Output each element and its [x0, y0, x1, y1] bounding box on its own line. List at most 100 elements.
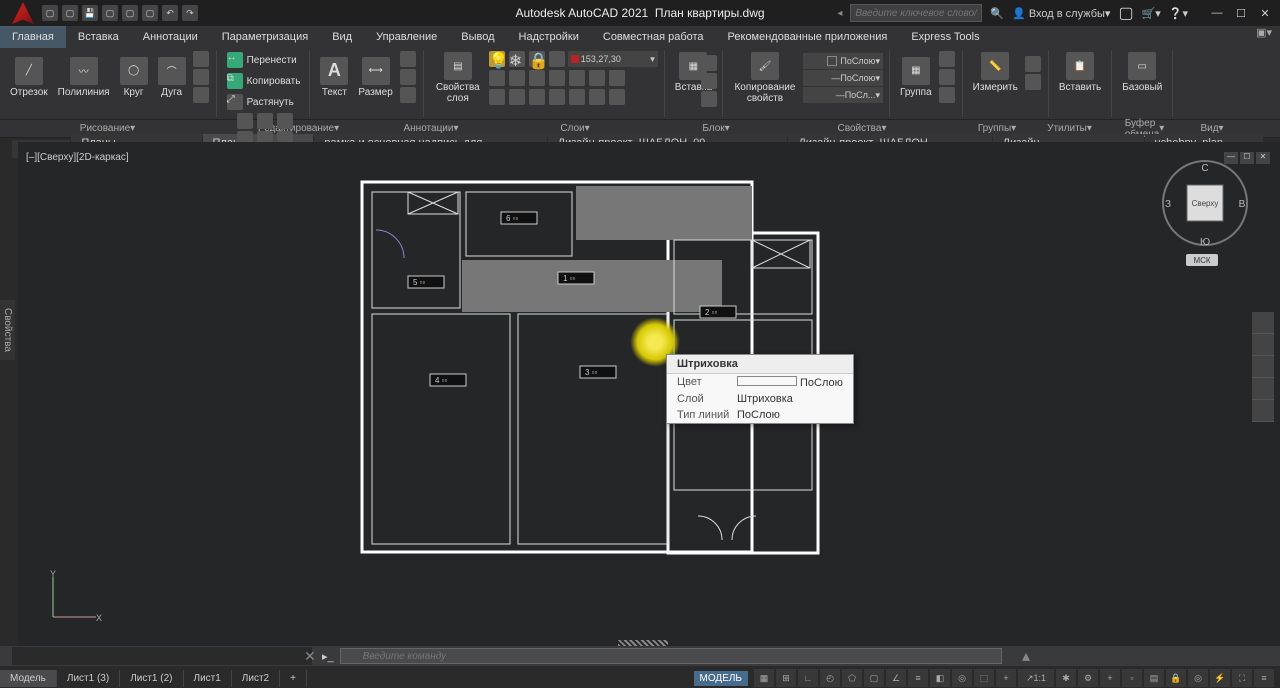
properties-palette-tab[interactable]: Свойства [0, 300, 15, 360]
move-button[interactable]: ↔Перенести [223, 50, 304, 70]
search-icon[interactable]: 🔍 [990, 7, 1004, 20]
group-button[interactable]: ▦Группа [896, 55, 936, 100]
qat-plot-icon[interactable]: ▢ [142, 5, 158, 21]
help-icon[interactable]: ❔▾ [1169, 7, 1188, 20]
qat-saveas-icon[interactable]: ▢ [102, 5, 118, 21]
circle-button[interactable]: ◯Круг [116, 55, 152, 100]
ungroup-icon[interactable] [939, 51, 955, 67]
3dosnap-icon[interactable]: ⬚ [974, 669, 994, 687]
annotation-monitor-icon[interactable]: + [1100, 669, 1120, 687]
layer-uniso-icon[interactable] [509, 70, 525, 86]
group-select-icon[interactable] [939, 87, 955, 103]
tab-featured[interactable]: Рекомендованные приложения [716, 26, 900, 48]
layout-tab[interactable]: Лист1 (2) [120, 670, 183, 687]
leader-icon[interactable] [400, 51, 416, 67]
rectangle-icon[interactable] [193, 51, 209, 67]
table-icon[interactable] [400, 69, 416, 85]
layout-tab[interactable]: Лист1 [184, 670, 232, 687]
snap-icon[interactable]: ⊞ [776, 669, 796, 687]
signin-button[interactable]: 👤 Вход в службы▾ [1012, 7, 1110, 20]
layout-tab[interactable]: Лист1 (3) [57, 670, 120, 687]
match-props-button[interactable]: 🖌Копирование свойств [729, 50, 801, 106]
paste-button[interactable]: 📋Вставить [1055, 50, 1105, 95]
qat-save-icon[interactable]: 💾 [82, 5, 98, 21]
ellipse-icon[interactable] [193, 87, 209, 103]
isolate-icon[interactable]: ◎ [1188, 669, 1208, 687]
clear-icon[interactable]: ✕ [304, 648, 316, 665]
linetype-dropdown[interactable]: — ПоСл... ▾ [803, 87, 883, 103]
layer-prev-icon[interactable] [549, 70, 565, 86]
text-button[interactable]: AТекст [316, 55, 352, 100]
copy-button[interactable]: ⧉Копировать [223, 71, 304, 91]
cycling-icon[interactable]: ◎ [952, 669, 972, 687]
layer-dropdown[interactable]: 153,27,30▾ [568, 51, 658, 67]
erase-icon[interactable] [277, 113, 293, 129]
layer-freeze-icon[interactable]: ❄ [509, 51, 525, 67]
viewcube[interactable]: С В Ю З Сверху МСК [1160, 158, 1250, 268]
ortho-icon[interactable]: ∟ [798, 669, 818, 687]
layer-plot-icon[interactable] [549, 51, 565, 67]
hardware-accel-icon[interactable]: ⚡ [1210, 669, 1230, 687]
annoscale-icon[interactable]: ↗ 1:1 [1018, 669, 1054, 687]
hatch-icon[interactable] [193, 69, 209, 85]
tab-view[interactable]: Вид [320, 26, 364, 48]
color-dropdown[interactable]: ПоСлою ▾ [803, 53, 883, 69]
nav-wheel-icon[interactable] [1252, 312, 1274, 334]
recent-commands-icon[interactable]: ▴ [1022, 646, 1030, 666]
layer-props-button[interactable]: ▤Свойства слоя [430, 50, 486, 106]
nav-show-icon[interactable] [1252, 400, 1274, 422]
arc-button[interactable]: ⌒Дуга [154, 55, 190, 100]
qat-open-icon[interactable]: ▢ [62, 5, 78, 21]
transparency-icon[interactable]: ◧ [930, 669, 950, 687]
annovisibility-icon[interactable]: ✱ [1056, 669, 1076, 687]
lineweight-dropdown[interactable]: — ПоСлою ▾ [803, 70, 883, 86]
grid-icon[interactable]: ▦ [754, 669, 774, 687]
tab-annotate[interactable]: Аннотации [131, 26, 210, 48]
close-button[interactable]: ✕ [1254, 4, 1276, 22]
line-button[interactable]: ╱Отрезок [6, 55, 52, 100]
qat-undo-icon[interactable]: ↶ [162, 5, 178, 21]
tab-manage[interactable]: Управление [364, 26, 449, 48]
dyninput-icon[interactable]: + [996, 669, 1016, 687]
maximize-button[interactable]: ☐ [1230, 4, 1252, 22]
quickprops-icon[interactable]: ▤ [1144, 669, 1164, 687]
polyline-button[interactable]: 〰Полилиния [54, 55, 114, 100]
minimize-button[interactable]: — [1206, 4, 1228, 22]
tab-collaborate[interactable]: Совместная работа [591, 26, 716, 48]
polar-icon[interactable]: ◴ [820, 669, 840, 687]
group-edit-icon[interactable] [939, 69, 955, 85]
layer-state-icon[interactable] [569, 70, 585, 86]
ribbon-panel-toggle-icon[interactable]: ▣▾ [1248, 26, 1280, 48]
rotate-icon[interactable] [237, 113, 253, 129]
viewport-controls[interactable]: [–][Сверху][2D-каркас] [26, 152, 129, 163]
units-icon[interactable]: ▫ [1122, 669, 1142, 687]
command-history[interactable] [12, 647, 312, 665]
model-space-button[interactable]: МОДЕЛЬ [694, 671, 748, 686]
app-exchange-icon[interactable]: ▢ [1118, 3, 1133, 23]
nav-zoom-icon[interactable] [1252, 356, 1274, 378]
command-input[interactable] [340, 648, 1002, 664]
block-attr-icon[interactable] [701, 91, 717, 107]
stretch-button[interactable]: ⤢Растянуть [223, 92, 304, 112]
layer-iso-icon[interactable] [489, 70, 505, 86]
cleanscreen-icon[interactable]: ⛶ [1232, 669, 1252, 687]
nav-orbit-icon[interactable] [1252, 378, 1274, 400]
tab-parametric[interactable]: Параметризация [210, 26, 320, 48]
customize-icon[interactable]: ≡ [1254, 669, 1274, 687]
drawing-area[interactable]: [–][Сверху][2D-каркас] — ☐ ✕ [18, 142, 1280, 648]
block-edit-icon[interactable] [701, 73, 717, 89]
add-layout-button[interactable]: + [280, 670, 307, 687]
qat-redo-icon[interactable]: ↷ [182, 5, 198, 21]
cart-icon[interactable]: 🛒▾ [1142, 7, 1161, 20]
cloud-icon[interactable] [400, 87, 416, 103]
qat-web-icon[interactable]: ▢ [122, 5, 138, 21]
model-tab[interactable]: Модель [0, 670, 57, 687]
dimension-button[interactable]: ⟷Размер [354, 55, 396, 100]
lock-ui-icon[interactable]: 🔒 [1166, 669, 1186, 687]
nav-pan-icon[interactable] [1252, 334, 1274, 356]
trim-icon[interactable] [257, 113, 273, 129]
tab-output[interactable]: Вывод [449, 26, 506, 48]
lineweight-icon[interactable]: ≡ [908, 669, 928, 687]
qat-new-icon[interactable]: ▢ [42, 5, 58, 21]
otrack-icon[interactable]: ∠ [886, 669, 906, 687]
